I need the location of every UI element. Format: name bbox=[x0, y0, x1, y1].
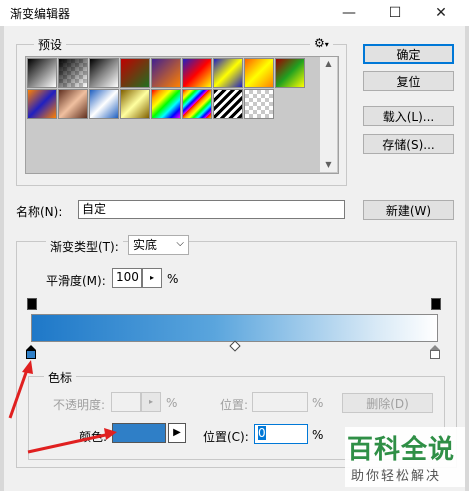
watermark-title: 百科全说 bbox=[347, 435, 456, 465]
annotation-arrows bbox=[8, 360, 117, 454]
watermark-logo: 百科全说 助你轻松解决 bbox=[345, 427, 465, 487]
watermark-subtitle: 助你轻松解决 bbox=[351, 469, 442, 484]
